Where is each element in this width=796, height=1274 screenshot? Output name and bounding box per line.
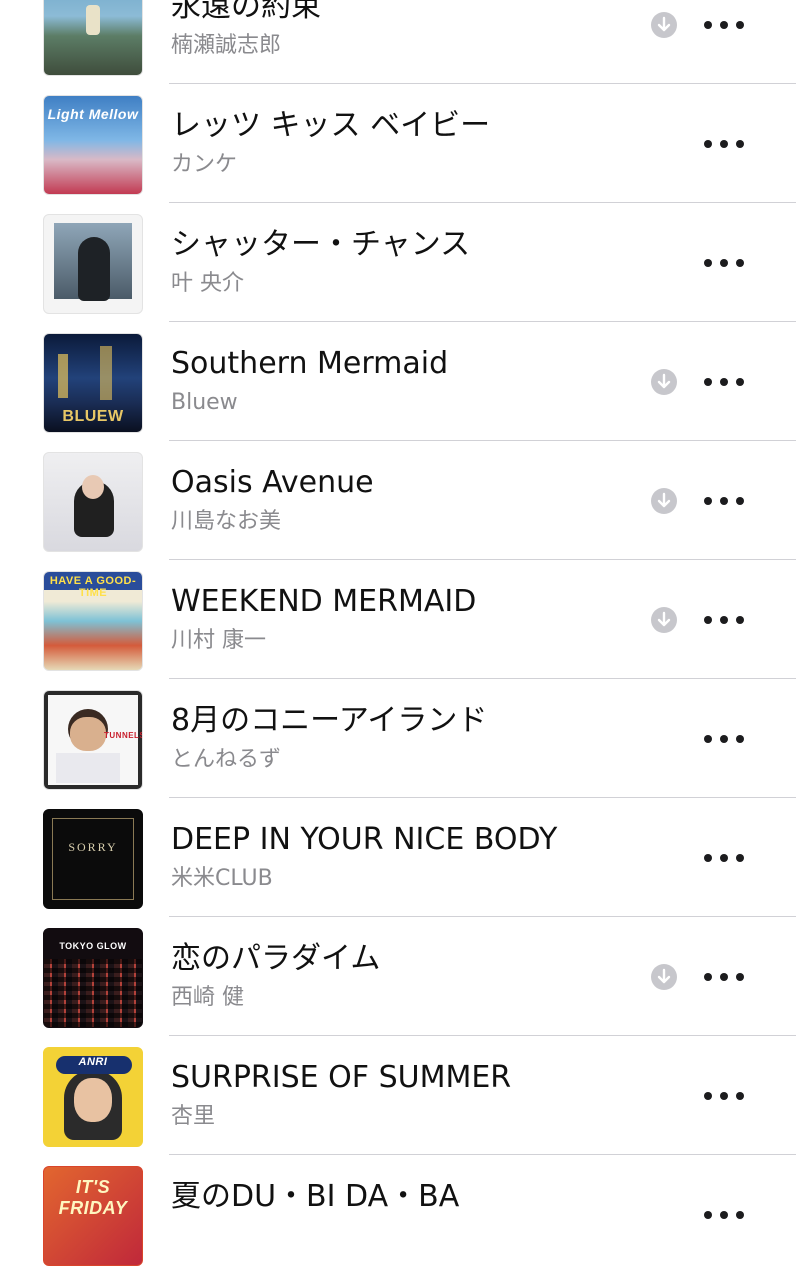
album-art[interactable]: Light Mellow — [43, 95, 143, 195]
download-circle-icon[interactable] — [651, 607, 677, 633]
album-art[interactable]: SORRY — [43, 809, 143, 909]
song-row[interactable]: ANRI SURPRISE OF SUMMER 杏里 — [0, 1036, 796, 1155]
song-title: WEEKEND MERMAID — [171, 584, 477, 619]
cover-text: HAVE A GOOD-TIME — [49, 575, 137, 599]
download-circle-icon[interactable] — [651, 12, 677, 38]
song-row[interactable]: Light Mellow レッツ キッス ベイビー カンケ — [0, 84, 796, 203]
song-title: Oasis Avenue — [171, 465, 374, 500]
song-title: シャッター・チャンス — [171, 227, 471, 262]
song-artist: 叶 央介 — [171, 271, 244, 296]
song-title: レッツ キッス ベイビー — [171, 108, 491, 143]
song-row[interactable]: 永遠の約束 楠瀬誠志郎 — [0, 0, 796, 84]
more-ellipsis-icon[interactable] — [704, 604, 744, 636]
song-artist: 楠瀬誠志郎 — [171, 33, 282, 58]
more-ellipsis-icon[interactable] — [704, 723, 744, 755]
more-ellipsis-icon[interactable] — [704, 961, 744, 993]
download-circle-icon[interactable] — [651, 964, 677, 990]
song-row[interactable]: TOKYO GLOW 恋のパラダイム 西崎 健 — [0, 917, 796, 1036]
cover-text: BLUEW — [62, 408, 124, 425]
song-row[interactable]: Oasis Avenue 川島なお美 — [0, 441, 796, 560]
song-title: DEEP IN YOUR NICE BODY — [171, 822, 558, 857]
album-art[interactable]: TOKYO GLOW — [43, 928, 143, 1028]
song-row[interactable]: シャッター・チャンス 叶 央介 — [0, 203, 796, 322]
album-art[interactable]: BLUEW — [43, 333, 143, 433]
song-artist: Bluew — [171, 390, 238, 415]
song-title: 永遠の約束 — [171, 0, 321, 24]
download-circle-icon[interactable] — [651, 488, 677, 514]
song-artist: 西崎 健 — [171, 985, 244, 1010]
song-list: 永遠の約束 楠瀬誠志郎 Light Mellow レッツ キッス ベイビー カン… — [0, 0, 796, 1274]
album-art[interactable]: ANRI — [43, 1047, 143, 1147]
song-row[interactable]: HAVE A GOOD-TIME WEEKEND MERMAID 川村 康一 — [0, 560, 796, 679]
song-artist: とんねるず — [171, 747, 282, 772]
song-artist: 杏里 — [171, 1104, 216, 1129]
more-ellipsis-icon[interactable] — [704, 9, 744, 41]
song-artist: カンケ — [171, 152, 238, 177]
song-title: 恋のパラダイム — [171, 941, 381, 976]
cover-text: IT'S FRIDAY — [58, 1177, 128, 1218]
song-title: Southern Mermaid — [171, 346, 449, 381]
more-ellipsis-icon[interactable] — [704, 1080, 744, 1112]
cover-text: Light Mellow — [47, 106, 139, 122]
album-art[interactable]: HAVE A GOOD-TIME — [43, 571, 143, 671]
song-title: SURPRISE OF SUMMER — [171, 1060, 512, 1095]
more-ellipsis-icon[interactable] — [704, 247, 744, 279]
song-row[interactable]: BLUEW Southern Mermaid Bluew — [0, 322, 796, 441]
more-ellipsis-icon[interactable] — [704, 1199, 744, 1231]
cover-text: TUNNELS — [104, 731, 143, 740]
album-art[interactable] — [43, 0, 143, 76]
cover-text: SORRY — [68, 840, 118, 854]
song-artist: 川島なお美 — [171, 509, 282, 534]
more-ellipsis-icon[interactable] — [704, 128, 744, 160]
song-row[interactable]: SORRY DEEP IN YOUR NICE BODY 米米CLUB — [0, 798, 796, 917]
song-title: 8月のコニーアイランド — [171, 703, 488, 738]
song-title: 夏のDU・BI DA・BA — [171, 1179, 460, 1214]
album-art[interactable]: TUNNELS — [43, 690, 143, 790]
more-ellipsis-icon[interactable] — [704, 842, 744, 874]
song-artist: 米米CLUB — [171, 866, 273, 891]
song-artist: 川村 康一 — [171, 628, 266, 653]
cover-text: ANRI — [78, 1056, 108, 1068]
cover-text: TOKYO GLOW — [59, 941, 127, 951]
album-art[interactable] — [43, 214, 143, 314]
song-row[interactable]: IT'S FRIDAY 夏のDU・BI DA・BA — [0, 1155, 796, 1274]
more-ellipsis-icon[interactable] — [704, 485, 744, 517]
song-row[interactable]: TUNNELS 8月のコニーアイランド とんねるず — [0, 679, 796, 798]
album-art[interactable]: IT'S FRIDAY — [43, 1166, 143, 1266]
more-ellipsis-icon[interactable] — [704, 366, 744, 398]
album-art[interactable] — [43, 452, 143, 552]
download-circle-icon[interactable] — [651, 369, 677, 395]
